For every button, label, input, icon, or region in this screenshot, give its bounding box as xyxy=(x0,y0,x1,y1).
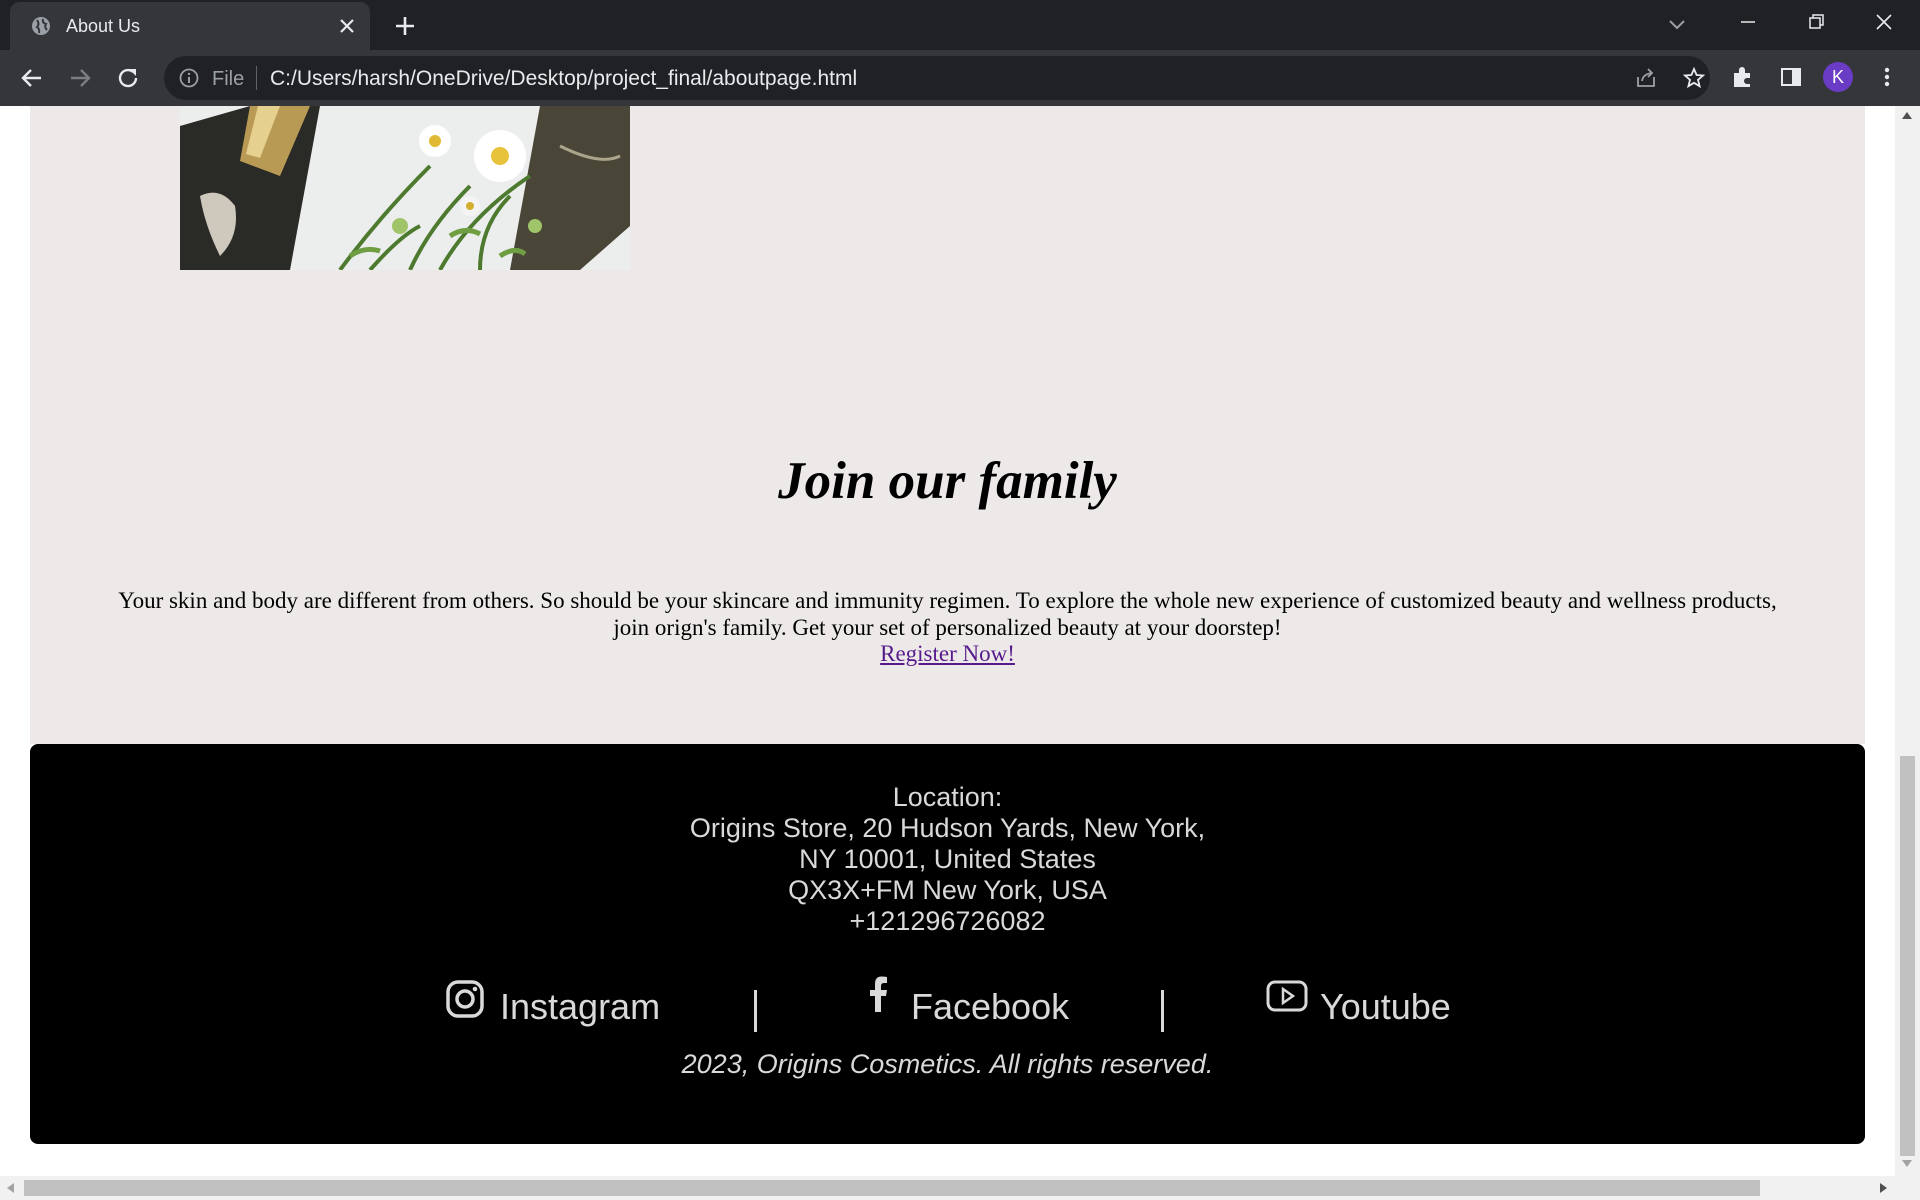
minimize-icon[interactable] xyxy=(1736,10,1760,34)
page-viewport: Join our family Your skin and body are d… xyxy=(0,106,1920,1200)
register-now-link[interactable]: Register Now! xyxy=(880,641,1015,666)
social-separator xyxy=(754,990,757,1032)
side-panel-icon[interactable] xyxy=(1778,64,1804,90)
profile-avatar[interactable]: K xyxy=(1823,62,1853,92)
join-description-line-1: Your skin and body are different from ot… xyxy=(118,588,1777,613)
plus-code: QX3X+FM New York, USA xyxy=(788,875,1107,905)
tab-strip: About Us xyxy=(0,0,1920,50)
extensions-puzzle-icon[interactable] xyxy=(1730,64,1756,90)
close-icon[interactable] xyxy=(336,15,358,37)
register-link-wrap: Register Now! xyxy=(30,641,1865,667)
youtube-label: Youtube xyxy=(1320,986,1451,1027)
about-page-body: Join our family Your skin and body are d… xyxy=(30,106,1865,744)
info-icon[interactable] xyxy=(178,67,200,89)
new-tab-plus-icon[interactable] xyxy=(392,13,418,39)
join-description: Your skin and body are different from ot… xyxy=(70,587,1825,641)
omnibox-divider xyxy=(256,66,257,90)
scheme-label: File xyxy=(212,68,245,90)
site-footer: Location: Origins Store, 20 Hudson Yards… xyxy=(30,744,1865,1144)
browser-toolbar: File C:/Users/harsh/OneDrive/Desktop/pro… xyxy=(0,50,1920,106)
social-separator xyxy=(1161,990,1164,1032)
scroll-down-arrow-icon[interactable] xyxy=(1902,1160,1912,1167)
facebook-link[interactable]: Facebook xyxy=(866,974,1106,1034)
address-line-2: NY 10001, United States xyxy=(799,844,1096,874)
back-arrow-icon[interactable] xyxy=(18,64,46,92)
join-description-line-2: join orign's family. Get your set of per… xyxy=(613,615,1282,640)
copyright-text: 2023, Origins Cosmetics. All rights rese… xyxy=(681,1049,1214,1079)
url-text[interactable]: C:/Users/harsh/OneDrive/Desktop/project_… xyxy=(270,67,857,91)
tab-title: About Us xyxy=(66,16,141,36)
vertical-scroll-thumb[interactable] xyxy=(1900,756,1915,1156)
facebook-icon xyxy=(870,976,887,1012)
reload-icon[interactable] xyxy=(114,64,142,92)
location-block: Location: Origins Store, 20 Hudson Yards… xyxy=(30,782,1865,937)
globe-icon xyxy=(32,17,50,35)
product-flowers-image xyxy=(180,106,630,270)
youtube-link[interactable]: Youtube xyxy=(1266,974,1506,1034)
horizontal-scroll-thumb[interactable] xyxy=(24,1180,1760,1196)
vertical-scrollbar[interactable] xyxy=(1895,106,1920,1176)
kebab-menu-icon[interactable] xyxy=(1874,64,1900,90)
scroll-up-arrow-icon[interactable] xyxy=(1902,112,1912,119)
join-heading: Join our family xyxy=(778,452,1117,510)
scroll-left-arrow-icon[interactable] xyxy=(7,1183,14,1193)
phone-number: +121296726082 xyxy=(849,906,1046,936)
window-close-icon[interactable] xyxy=(1872,10,1896,34)
facebook-label: Facebook xyxy=(911,986,1070,1027)
horizontal-scrollbar[interactable] xyxy=(0,1176,1920,1200)
restore-icon[interactable] xyxy=(1804,10,1828,34)
social-links: Instagram Facebook Youtube xyxy=(30,974,1865,1034)
instagram-label: Instagram xyxy=(500,986,661,1027)
youtube-icon xyxy=(1266,980,1308,1012)
bookmark-star-icon[interactable] xyxy=(1682,66,1706,90)
scroll-right-arrow-icon[interactable] xyxy=(1880,1183,1887,1193)
share-icon[interactable] xyxy=(1634,66,1658,90)
location-label: Location: xyxy=(892,782,1003,812)
instagram-link[interactable]: Instagram xyxy=(445,974,695,1034)
address-bar[interactable]: File C:/Users/harsh/OneDrive/Desktop/pro… xyxy=(164,56,1710,100)
chevron-down-icon[interactable] xyxy=(1665,12,1689,36)
tab-about-us[interactable]: About Us xyxy=(10,2,370,50)
forward-arrow-icon[interactable] xyxy=(66,64,94,92)
address-line-1: Origins Store, 20 Hudson Yards, New York… xyxy=(689,813,1206,843)
instagram-icon xyxy=(446,980,484,1018)
